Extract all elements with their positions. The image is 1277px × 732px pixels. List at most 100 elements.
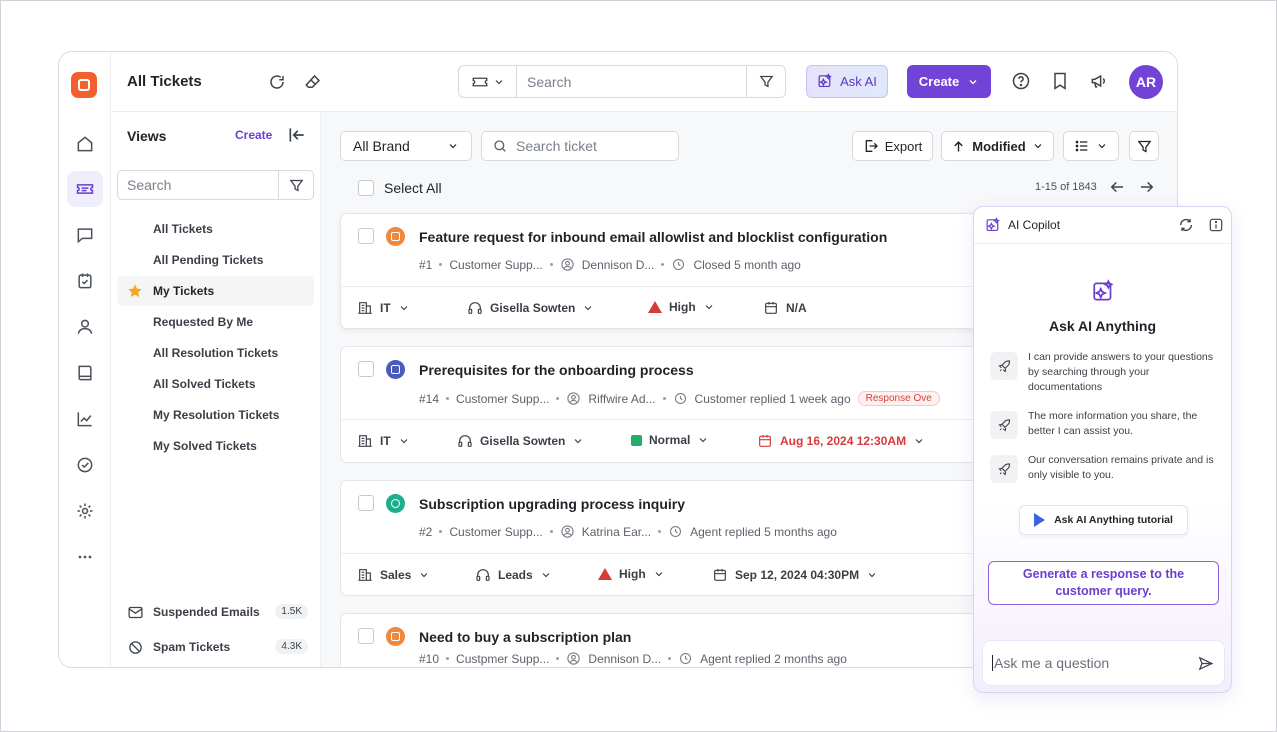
select-all-checkbox[interactable] bbox=[358, 180, 374, 196]
agent-value: Leads bbox=[498, 568, 533, 582]
tutorial-button[interactable]: Ask AI Anything tutorial bbox=[1019, 505, 1188, 535]
ticket-contact: Riffwire Ad... bbox=[588, 391, 656, 406]
ticket-icon bbox=[472, 77, 487, 86]
view-item-my-solved[interactable]: My Solved Tickets bbox=[117, 431, 314, 461]
ticket-checkbox[interactable] bbox=[358, 228, 374, 244]
collapse-panel-icon[interactable] bbox=[287, 125, 307, 145]
view-item-label: All Tickets bbox=[153, 222, 213, 236]
arrow-right-icon[interactable] bbox=[1138, 178, 1156, 196]
chat-icon[interactable] bbox=[67, 217, 103, 253]
headset-icon bbox=[476, 569, 490, 581]
clock-icon bbox=[674, 392, 686, 405]
view-item-suspended-emails[interactable]: Suspended Emails 1.5K bbox=[117, 598, 314, 626]
view-item-requested-by-me[interactable]: Requested By Me bbox=[117, 307, 314, 337]
info-icon[interactable] bbox=[1208, 217, 1224, 233]
ticket-search-input[interactable]: Search ticket bbox=[481, 131, 679, 161]
team-field[interactable]: Sales bbox=[357, 567, 430, 583]
search-input[interactable]: Search bbox=[517, 66, 747, 97]
due-field[interactable]: Sep 12, 2024 04:30PM bbox=[712, 567, 878, 583]
sort-button[interactable]: Modified bbox=[941, 131, 1054, 161]
tasks-icon[interactable] bbox=[67, 263, 103, 299]
ai-sparkle-icon bbox=[818, 73, 832, 88]
agent-field[interactable]: Gisella Sowten bbox=[467, 300, 594, 316]
star-icon bbox=[128, 284, 142, 298]
refresh-icon[interactable] bbox=[265, 70, 289, 94]
team-value: Sales bbox=[380, 568, 412, 582]
chevron-down-icon bbox=[699, 438, 707, 443]
view-item-my-resolution[interactable]: My Resolution Tickets bbox=[117, 400, 314, 430]
avatar[interactable]: AR bbox=[1129, 65, 1163, 99]
bookmark-icon[interactable] bbox=[1048, 69, 1072, 93]
ticket-id: #14 bbox=[419, 391, 440, 406]
chevron-down-icon bbox=[449, 144, 457, 149]
eraser-icon[interactable] bbox=[301, 70, 325, 94]
check-circle-icon[interactable] bbox=[67, 447, 103, 483]
copilot-tip-text: Our conversation remains private and is … bbox=[1028, 454, 1214, 481]
arrow-left-icon[interactable] bbox=[1108, 178, 1126, 196]
announcement-icon[interactable] bbox=[1087, 69, 1111, 93]
views-search: Search bbox=[117, 170, 314, 200]
ticket-title[interactable]: Feature request for inbound email allowl… bbox=[419, 229, 887, 245]
select-all[interactable]: Select All bbox=[358, 180, 442, 196]
play-icon bbox=[1034, 513, 1046, 527]
priority-field[interactable]: High bbox=[648, 300, 715, 314]
layout-toggle[interactable] bbox=[1063, 131, 1119, 161]
ai-sparkle-icon bbox=[1093, 279, 1114, 301]
view-item-all-resolution[interactable]: All Resolution Tickets bbox=[117, 338, 314, 368]
filter-icon[interactable] bbox=[1129, 131, 1159, 161]
view-item-label: All Resolution Tickets bbox=[153, 346, 279, 360]
create-button[interactable]: Create bbox=[907, 65, 991, 98]
views-create-link[interactable]: Create bbox=[235, 128, 272, 142]
copilot-question-input[interactable]: Ask me a question bbox=[982, 640, 1225, 686]
home-icon[interactable] bbox=[67, 126, 103, 162]
brand-select[interactable]: All Brand bbox=[340, 131, 472, 161]
settings-icon[interactable] bbox=[67, 493, 103, 529]
view-item-all-pending[interactable]: All Pending Tickets bbox=[117, 245, 314, 275]
page-title: All Tickets bbox=[127, 73, 202, 90]
chevron-down-icon bbox=[1034, 144, 1042, 149]
send-icon[interactable] bbox=[1197, 655, 1214, 672]
priority-normal-icon bbox=[631, 434, 642, 446]
due-field[interactable]: Aug 16, 2024 12:30AM bbox=[757, 433, 925, 449]
brand-logo[interactable] bbox=[71, 72, 97, 98]
view-item-my-tickets[interactable]: My Tickets bbox=[117, 276, 314, 306]
due-field[interactable]: N/A bbox=[763, 300, 807, 316]
filter-icon[interactable] bbox=[747, 66, 785, 97]
ticket-checkbox[interactable] bbox=[358, 361, 374, 377]
view-item-all-tickets[interactable]: All Tickets bbox=[117, 214, 314, 244]
view-item-all-solved[interactable]: All Solved Tickets bbox=[117, 369, 314, 399]
ticket-checkbox[interactable] bbox=[358, 495, 374, 511]
ticket-title[interactable]: Prerequisites for the onboarding process bbox=[419, 362, 694, 378]
ticket-source-icon bbox=[386, 494, 405, 513]
agent-field[interactable]: Gisella Sowten bbox=[457, 433, 584, 449]
views-search-input[interactable]: Search bbox=[118, 171, 279, 199]
rocket-icon bbox=[990, 455, 1018, 483]
generate-response-button[interactable]: Generate a response to the customer quer… bbox=[988, 561, 1219, 605]
team-field[interactable]: IT bbox=[357, 300, 410, 316]
ticket-checkbox[interactable] bbox=[358, 628, 374, 644]
contacts-icon[interactable] bbox=[67, 309, 103, 345]
reports-icon[interactable] bbox=[67, 401, 103, 437]
team-field[interactable]: IT bbox=[357, 433, 410, 449]
ticket-title[interactable]: Need to buy a subscription plan bbox=[419, 629, 631, 645]
block-icon bbox=[129, 641, 142, 654]
refresh-icon[interactable] bbox=[1178, 217, 1194, 233]
knowledge-base-icon[interactable] bbox=[67, 355, 103, 391]
export-button[interactable]: Export bbox=[852, 131, 933, 161]
ticket-title[interactable]: Subscription upgrading process inquiry bbox=[419, 496, 685, 512]
filter-icon[interactable] bbox=[279, 171, 313, 199]
priority-field[interactable]: High bbox=[598, 567, 665, 581]
more-icon[interactable] bbox=[67, 539, 103, 575]
tickets-icon[interactable] bbox=[67, 171, 103, 207]
help-icon[interactable] bbox=[1009, 69, 1033, 93]
top-header: All Tickets Search Ask AI Create AR bbox=[111, 52, 1177, 112]
ask-ai-button[interactable]: Ask AI bbox=[806, 65, 888, 98]
priority-high-icon bbox=[648, 301, 662, 313]
search-type-select[interactable] bbox=[459, 66, 517, 97]
agent-field[interactable]: Leads bbox=[475, 567, 552, 583]
search-icon bbox=[494, 140, 506, 152]
agent-value: Gisella Sowten bbox=[490, 301, 576, 315]
ticket-contact: Dennison D... bbox=[588, 651, 662, 666]
priority-field[interactable]: Normal bbox=[631, 433, 709, 447]
view-item-spam-tickets[interactable]: Spam Tickets 4.3K bbox=[117, 633, 314, 661]
